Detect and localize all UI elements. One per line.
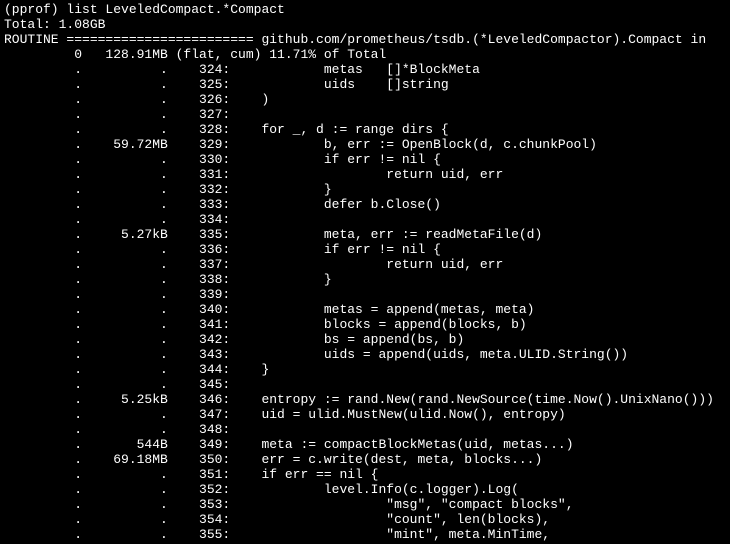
routine-line: ROUTINE ======================== github.…: [4, 32, 714, 47]
total-line: Total: 1.08GB: [4, 17, 105, 32]
summary-line: 0 128.91MB (flat, cum) 11.71% of Total: [4, 47, 386, 62]
terminal-output[interactable]: (pprof) list LeveledCompact.*Compact Tot…: [0, 0, 730, 544]
pprof-command: (pprof) list LeveledCompact.*Compact: [4, 2, 285, 17]
